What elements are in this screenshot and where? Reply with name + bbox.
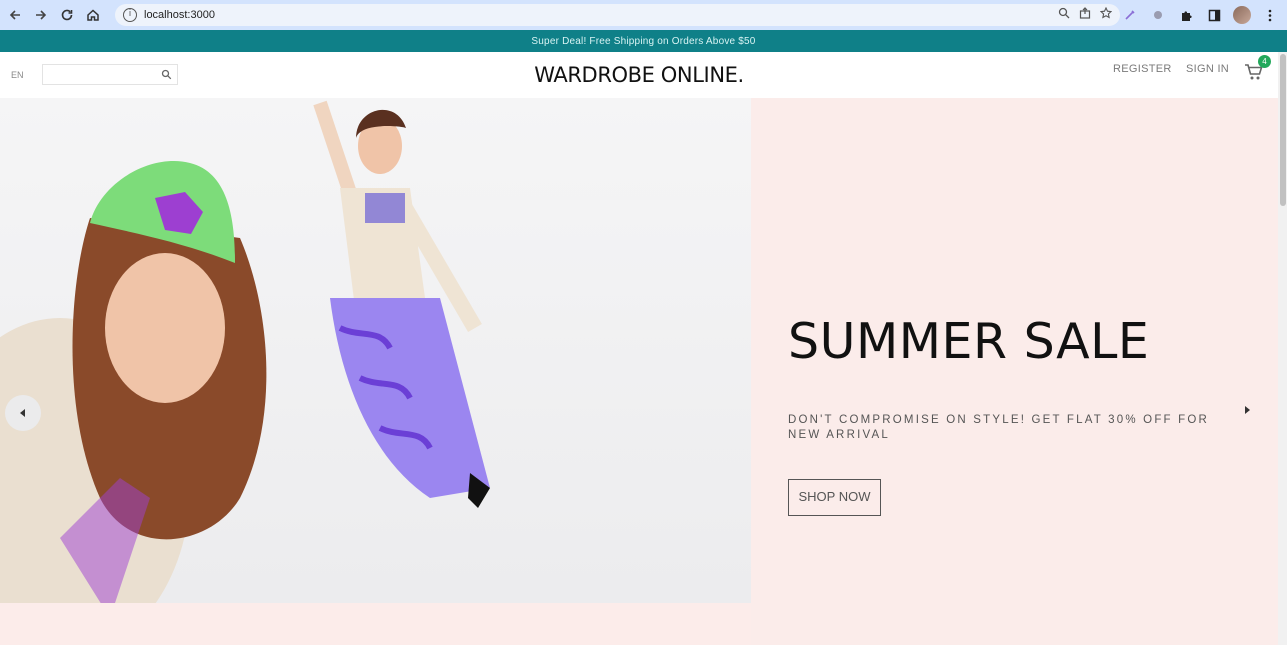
puzzle-icon[interactable] — [1175, 4, 1197, 26]
site-logo[interactable]: WARDROBE ONLINE. — [0, 63, 1278, 87]
hero-image — [0, 98, 751, 603]
hero-text-panel — [751, 98, 1278, 645]
reload-icon[interactable] — [54, 2, 80, 28]
browser-toolbar: i localhost:3000 — [0, 0, 1287, 30]
register-link[interactable]: REGISTER — [1113, 63, 1172, 75]
sign-in-link[interactable]: SIGN IN — [1186, 63, 1229, 75]
forward-icon[interactable] — [28, 2, 54, 28]
profile-avatar-icon[interactable] — [1231, 4, 1253, 26]
site-info-icon[interactable]: i — [123, 8, 137, 22]
site-header: EN WARDROBE ONLINE. REGISTER SIGN IN 4 — [0, 52, 1278, 98]
slider-prev-button[interactable] — [5, 395, 41, 431]
extension-icons — [1119, 4, 1281, 26]
slider-next-button[interactable] — [1244, 406, 1250, 416]
hero-slider: SUMMER SALE DON'T COMPROMISE ON STYLE! G… — [0, 98, 1278, 645]
cart-count-badge: 4 — [1258, 55, 1271, 68]
hero-subtitle: DON'T COMPROMISE ON STYLE! GET FLAT 30% … — [788, 414, 1210, 441]
address-bar[interactable]: i localhost:3000 — [115, 4, 1120, 26]
more-menu-icon[interactable] — [1259, 4, 1281, 26]
back-icon[interactable] — [2, 2, 28, 28]
address-bar-actions — [1058, 6, 1113, 22]
promo-text: Super Deal! Free Shipping on Orders Abov… — [531, 35, 756, 47]
scrollbar-thumb[interactable] — [1280, 54, 1286, 206]
shop-now-button[interactable]: SHOP NOW — [788, 479, 881, 516]
pen-extension-icon[interactable] — [1119, 4, 1141, 26]
extension-icon[interactable] — [1147, 4, 1169, 26]
url-text: localhost:3000 — [144, 9, 215, 21]
bookmark-star-icon[interactable] — [1099, 6, 1113, 22]
zoom-icon[interactable] — [1058, 7, 1070, 22]
share-icon[interactable] — [1079, 7, 1091, 22]
hero-title: SUMMER SALE — [788, 313, 1150, 370]
side-panel-icon[interactable] — [1203, 4, 1225, 26]
home-icon[interactable] — [80, 2, 106, 28]
promo-banner: Super Deal! Free Shipping on Orders Abov… — [0, 30, 1287, 52]
